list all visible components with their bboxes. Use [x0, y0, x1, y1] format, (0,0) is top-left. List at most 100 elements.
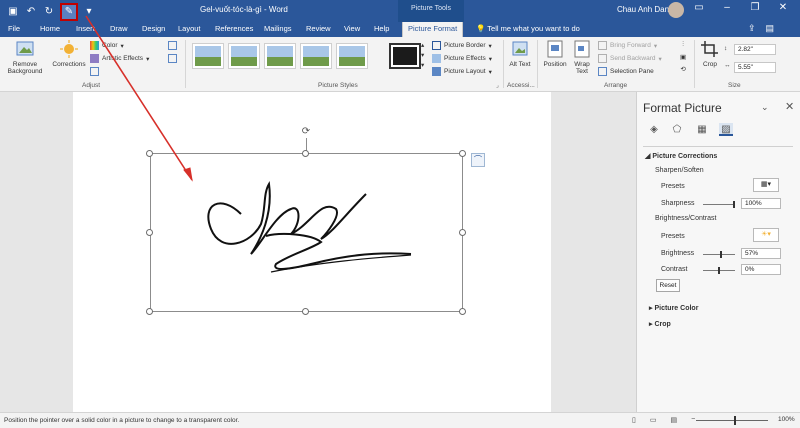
rotate-icon[interactable]: ⟲	[680, 65, 685, 73]
artistic-effects-button[interactable]: Artistic Effects ▾	[90, 54, 149, 63]
picture-border-button[interactable]: Picture Border ▾	[432, 41, 492, 50]
resize-handle-left[interactable]	[146, 229, 153, 236]
ribbon: Remove Background Corrections Color ▾ Art…	[0, 37, 800, 128]
read-mode-icon[interactable]: ▯	[632, 416, 636, 424]
tab-help[interactable]: Help	[374, 24, 389, 33]
picture-corrections-section[interactable]: ◢ Picture Corrections	[645, 152, 717, 160]
width-icon-wrap: ↔	[724, 62, 731, 69]
fill-line-tab-icon[interactable]: ◈	[647, 123, 661, 136]
set-transparent-color-icon[interactable]: ✎	[60, 3, 78, 21]
contrast-slider-knob[interactable]	[718, 267, 720, 274]
align-icon[interactable]: ⫶	[682, 41, 684, 49]
reset-button[interactable]: Reset	[656, 279, 680, 292]
picture-style-5[interactable]	[336, 43, 368, 69]
tab-design[interactable]: Design	[142, 24, 165, 33]
effects-tab-icon[interactable]: ⬠	[670, 123, 684, 136]
position-button[interactable]: Position	[541, 40, 569, 68]
brightness-presets-dropdown[interactable]: ☀▾	[753, 228, 779, 242]
crop-section[interactable]: ▸ Crop	[649, 320, 671, 328]
rotate-handle-icon[interactable]: ⟳	[300, 126, 312, 138]
resize-handle-top-right[interactable]	[459, 150, 466, 157]
styles-gallery-scroll[interactable]: ▴ ▾ ▾	[421, 41, 424, 69]
picture-style-2[interactable]	[228, 43, 260, 69]
zoom-slider[interactable]	[696, 420, 768, 421]
contrast-slider[interactable]	[703, 267, 735, 274]
picture-style-4[interactable]	[300, 43, 332, 69]
chevron-up-icon[interactable]: ▴	[421, 41, 424, 49]
more-icon[interactable]: ▾	[421, 61, 424, 69]
shape-height-input[interactable]: 2.82"	[734, 44, 776, 55]
tell-me-search[interactable]: 💡 Tell me what you want to do	[476, 24, 580, 33]
resize-handle-right[interactable]	[459, 229, 466, 236]
chevron-down-icon[interactable]: ▾	[421, 51, 424, 59]
tab-layout[interactable]: Layout	[178, 24, 201, 33]
resize-handle-top[interactable]	[302, 150, 309, 157]
group-icon[interactable]: ▣	[680, 53, 686, 61]
picture-color-section[interactable]: ▸ Picture Color	[649, 304, 698, 312]
layout-options-icon[interactable]: ⌒	[471, 153, 485, 167]
ribbon-display-icon[interactable]: ▭	[692, 2, 706, 13]
color-button[interactable]: Color ▾	[90, 41, 124, 50]
sharpness-slider[interactable]	[703, 201, 735, 208]
avatar[interactable]	[668, 2, 684, 18]
tab-review[interactable]: Review	[306, 24, 331, 33]
brightness-slider[interactable]	[703, 251, 735, 258]
wrap-text-button[interactable]: Wrap Text	[571, 40, 593, 75]
customize-qat-icon[interactable]: ▾	[82, 5, 96, 19]
resize-handle-bottom[interactable]	[302, 308, 309, 315]
picture-style-6[interactable]	[389, 43, 421, 69]
user-name[interactable]: Chau Anh Dang	[617, 5, 674, 14]
bring-forward-button[interactable]: Bring Forward ▾	[598, 41, 657, 50]
brightness-input[interactable]: 57%	[741, 248, 781, 259]
reset-picture-button[interactable]	[168, 54, 177, 63]
compress-pictures-button[interactable]	[90, 67, 99, 76]
minimize-icon[interactable]: –	[720, 2, 734, 13]
sharpness-slider-knob[interactable]	[733, 201, 735, 208]
zoom-level[interactable]: 100%	[778, 416, 795, 423]
layout-properties-tab-icon[interactable]: ▦	[695, 123, 709, 136]
tab-picture-format[interactable]: Picture Format	[402, 22, 464, 37]
tab-file[interactable]: File	[8, 24, 20, 33]
picture-layout-button[interactable]: Picture Layout ▾	[432, 67, 492, 76]
styles-dialog-launcher[interactable]: ⌟	[496, 82, 499, 89]
shape-width-input[interactable]: 5.55"	[734, 62, 776, 73]
brightness-slider-knob[interactable]	[720, 251, 723, 258]
picture-style-3[interactable]	[264, 43, 296, 69]
resize-handle-bottom-left[interactable]	[146, 308, 153, 315]
share-icon[interactable]: ⇪	[748, 23, 756, 34]
resize-handle-bottom-right[interactable]	[459, 308, 466, 315]
tab-mailings[interactable]: Mailings	[264, 24, 292, 33]
restore-icon[interactable]: ❐	[748, 2, 762, 13]
picture-tab-icon[interactable]: ▨	[719, 123, 733, 136]
tab-home[interactable]: Home	[40, 24, 60, 33]
zoom-slider-knob[interactable]	[734, 416, 736, 425]
web-layout-icon[interactable]: ▤	[670, 416, 677, 424]
crop-button[interactable]: Crop	[698, 40, 722, 68]
zoom-out-icon[interactable]: −	[691, 416, 695, 424]
close-pane-icon[interactable]: ✕	[785, 100, 794, 113]
send-backward-button[interactable]: Send Backward ▾	[598, 54, 662, 63]
alt-text-button[interactable]: Alt Text	[508, 40, 532, 68]
sharpen-presets-dropdown[interactable]: ▦▾	[753, 178, 779, 192]
contrast-input[interactable]: 0%	[741, 264, 781, 275]
save-icon[interactable]: ▣	[6, 5, 20, 19]
tab-view[interactable]: View	[344, 24, 360, 33]
change-picture-button[interactable]	[168, 41, 177, 50]
close-icon[interactable]: ✕	[776, 2, 790, 13]
print-layout-icon[interactable]: ▭	[650, 416, 657, 424]
remove-background-button[interactable]: Remove Background	[4, 40, 46, 75]
picture-style-1[interactable]	[192, 43, 224, 69]
comments-icon[interactable]: ▤	[766, 23, 775, 34]
tab-references[interactable]: References	[215, 24, 253, 33]
picture-effects-button[interactable]: Picture Effects ▾	[432, 54, 492, 63]
tab-draw[interactable]: Draw	[110, 24, 128, 33]
selected-picture[interactable]	[150, 153, 463, 312]
redo-icon[interactable]: ↻	[42, 5, 56, 19]
selection-pane-button[interactable]: Selection Pane	[598, 67, 654, 76]
tab-insert[interactable]: Insert	[76, 24, 95, 33]
pane-options-icon[interactable]: ⌄	[761, 102, 769, 113]
undo-icon[interactable]: ↶	[24, 5, 38, 19]
corrections-button[interactable]: Corrections	[50, 40, 88, 68]
sharpness-input[interactable]: 100%	[741, 198, 781, 209]
resize-handle-top-left[interactable]	[146, 150, 153, 157]
